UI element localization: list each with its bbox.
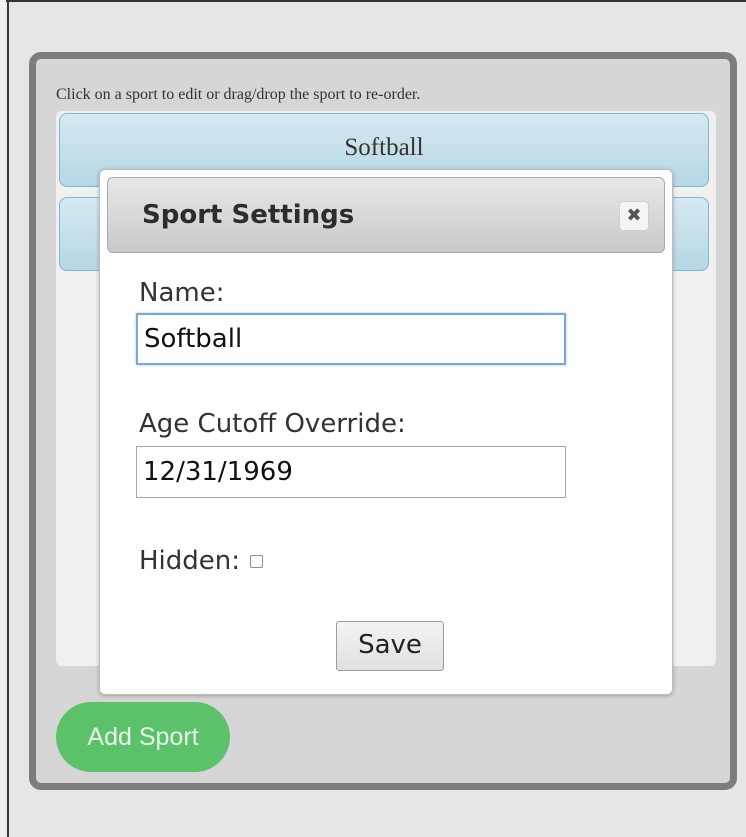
sport-settings-dialog: Sport Settings ✖ Name: Age Cutoff Overri… bbox=[99, 169, 673, 695]
save-button[interactable]: Save bbox=[336, 621, 444, 671]
age-cutoff-input[interactable] bbox=[136, 446, 566, 498]
close-icon: ✖ bbox=[626, 205, 642, 226]
hidden-checkbox[interactable] bbox=[250, 554, 264, 568]
hidden-row: Hidden: bbox=[139, 546, 264, 576]
dialog-header: Sport Settings ✖ bbox=[107, 177, 665, 253]
window-left-margin bbox=[0, 0, 6, 837]
name-input[interactable] bbox=[136, 313, 566, 365]
window-top-border bbox=[0, 0, 746, 2]
window-left-border bbox=[7, 0, 9, 837]
dialog-title: Sport Settings bbox=[142, 200, 355, 230]
age-cutoff-label: Age Cutoff Override: bbox=[139, 409, 406, 439]
hidden-label: Hidden: bbox=[139, 546, 241, 576]
instructions-text: Click on a sport to edit or drag/drop th… bbox=[56, 86, 421, 103]
close-button[interactable]: ✖ bbox=[619, 201, 649, 231]
name-label: Name: bbox=[139, 278, 225, 308]
add-sport-button[interactable]: Add Sport bbox=[56, 702, 230, 772]
